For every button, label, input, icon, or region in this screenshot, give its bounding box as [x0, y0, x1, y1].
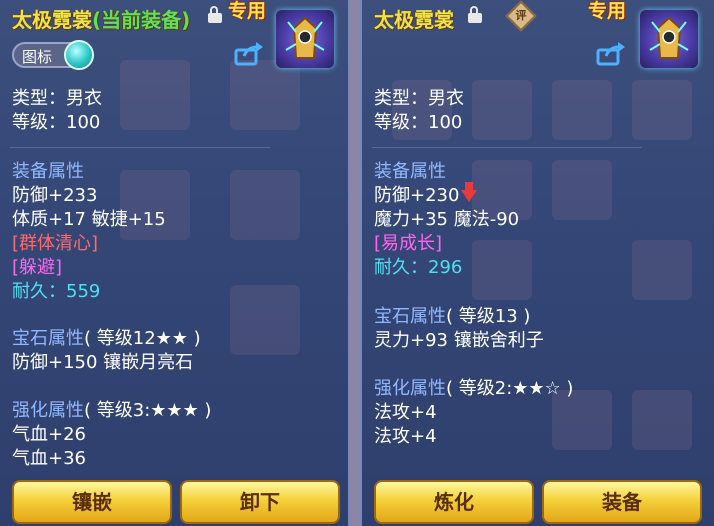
item-title: 太极霓裳(当前装备) [12, 8, 191, 32]
type-label: 类型：男衣 [12, 88, 102, 109]
special-skill: [易成长] [374, 233, 443, 254]
inlay-button[interactable]: 镶嵌 [12, 480, 172, 524]
gem-stat: 防御+150 镶嵌月亮石 [12, 352, 194, 373]
enhance-attr-heading: 强化属性( 等级2:★★☆ ) [374, 378, 574, 399]
durability: 耐久：559 [12, 281, 101, 302]
enhance-stat: 气血+36 [12, 448, 86, 469]
lock-icon[interactable] [208, 6, 222, 23]
special-effect: [群体清心] [12, 233, 99, 254]
refine-button[interactable]: 炼化 [374, 480, 534, 524]
equip-attr-heading: 装备属性 [12, 161, 84, 182]
down-arrow-icon [461, 182, 478, 202]
panel-separator [350, 0, 360, 526]
bg-decor [472, 240, 532, 300]
share-icon[interactable] [234, 42, 264, 66]
current-equipment-panel: 太极霓裳(当前装备) 专用 图标 类型：男衣 等级：100 装备属性 防御+23… [0, 0, 350, 526]
durability: 耐久：296 [374, 257, 463, 278]
durability-value: 296 [428, 257, 463, 278]
stat-line: 魔力+35 魔法-90 [374, 209, 520, 230]
type-label: 类型：男衣 [374, 88, 464, 109]
durability-value: 559 [66, 281, 101, 302]
stat-line: 防御+230 [374, 182, 478, 208]
enhance-stat: 气血+26 [12, 424, 86, 445]
enhance-stat: 法攻+4 [374, 426, 437, 447]
rate-badge-icon[interactable]: 评 [505, 0, 537, 32]
toggle-knob [64, 40, 94, 70]
bg-decor [632, 390, 692, 450]
stat-line: 防御+233 [12, 185, 98, 206]
bg-decor [230, 60, 300, 130]
equip-button[interactable]: 装备 [542, 480, 702, 524]
exclusive-label: 专用 [228, 0, 267, 22]
bg-decor [632, 80, 692, 140]
bg-decor [632, 240, 692, 300]
equip-attr-heading: 装备属性 [374, 161, 446, 182]
bg-decor [552, 80, 612, 140]
robe-item-icon [276, 10, 334, 68]
lock-icon[interactable] [468, 6, 482, 23]
share-icon[interactable] [596, 42, 626, 66]
gem-attr-heading: 宝石属性( 等级12★★ ) [12, 328, 201, 349]
divider [10, 147, 270, 148]
special-skill: [躲避] [12, 257, 63, 278]
robe-item-icon [640, 10, 698, 68]
divider [372, 147, 642, 148]
remove-button[interactable]: 卸下 [180, 480, 340, 524]
bg-decor [120, 60, 190, 130]
bg-decor [230, 170, 300, 240]
bg-decor [230, 285, 300, 355]
gem-stat: 灵力+93 镶嵌舍利子 [374, 330, 544, 351]
compare-equipment-panel: 太极霓裳 评 专用 类型：男衣 等级：100 装备属性 防御+230 魔力+35… [360, 0, 714, 526]
stat-line: 体质+17 敏捷+15 [12, 209, 166, 230]
gem-attr-heading: 宝石属性( 等级13 ) [374, 306, 531, 327]
bg-decor [472, 80, 532, 140]
exclusive-label: 专用 [588, 0, 627, 22]
level-label: 等级：100 [12, 112, 101, 133]
level-label: 等级：100 [374, 112, 463, 133]
item-title: 太极霓裳 [374, 8, 454, 32]
bg-decor [552, 160, 612, 220]
icon-toggle[interactable]: 图标 [12, 40, 94, 70]
toggle-label: 图标 [22, 48, 53, 66]
enhance-attr-heading: 强化属性( 等级3:★★★ ) [12, 400, 212, 421]
enhance-stat: 法攻+4 [374, 402, 437, 423]
